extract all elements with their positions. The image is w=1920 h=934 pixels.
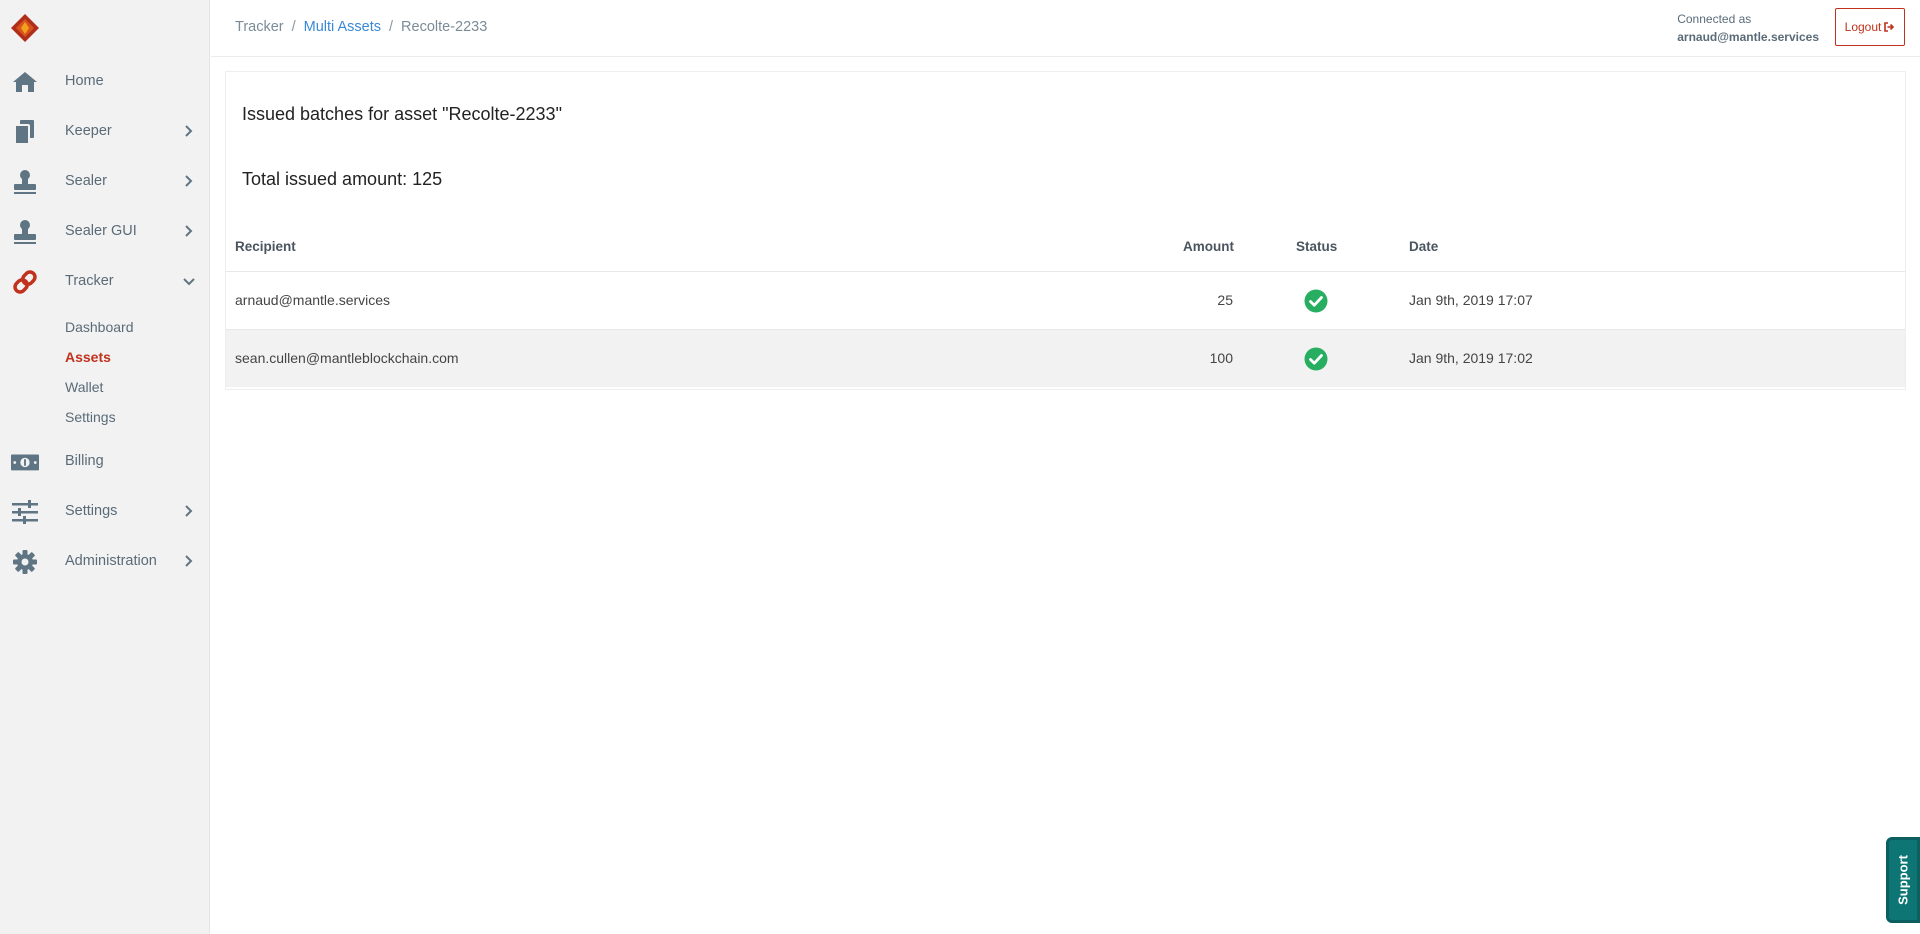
breadcrumb-multi-assets[interactable]: Multi Assets (304, 19, 381, 35)
sidebar-item-label: Settings (65, 503, 118, 519)
sidebar-subitem-dashboard[interactable]: Dashboard (65, 319, 134, 335)
connected-user: arnaud@mantle.services (1677, 30, 1819, 44)
sidebar-item-keeper[interactable]: Keeper (0, 112, 210, 152)
check-circle-icon (1304, 289, 1328, 313)
issued-batches-card: Issued batches for asset "Recolte-2233" … (225, 71, 1906, 390)
sign-out-icon (1884, 22, 1895, 32)
page-title: Issued batches for asset "Recolte-2233" (242, 104, 562, 124)
sidebar-item-label: Home (65, 73, 104, 89)
app-logo[interactable] (10, 13, 40, 43)
sidebar-subitem-wallet[interactable]: Wallet (65, 379, 103, 395)
logout-label: Logout (1844, 20, 1882, 34)
breadcrumb-tracker: Tracker (235, 19, 284, 35)
stamp-icon (14, 170, 36, 194)
gear-icon (13, 550, 37, 574)
sidebar-subitem-assets[interactable]: Assets (65, 349, 111, 365)
sliders-icon (12, 500, 38, 524)
sidebar-item-sealer-gui[interactable]: Sealer GUI (0, 212, 210, 252)
chevron-right-icon (185, 125, 193, 137)
link-icon (13, 270, 37, 294)
table-row[interactable]: arnaud@mantle.services 25 Jan 9th, 2019 … (226, 271, 1905, 329)
support-tab[interactable]: Support (1886, 837, 1920, 923)
money-icon (11, 454, 39, 471)
connected-label: Connected as (1677, 12, 1752, 26)
recipient-cell: arnaud@mantle.services (235, 292, 391, 308)
home-icon (13, 72, 37, 92)
sidebar-item-label: Keeper (65, 123, 112, 139)
column-header-date[interactable]: Date (1409, 239, 1438, 254)
chevron-down-icon (183, 278, 195, 286)
chevron-right-icon (185, 505, 193, 517)
total-issued-amount: Total issued amount: 125 (242, 169, 443, 189)
sidebar-item-label: Billing (65, 453, 104, 469)
date-cell: Jan 9th, 2019 17:07 (1409, 292, 1533, 308)
connected-info: Connected as arnaud@mantle.services (1677, 10, 1819, 46)
amount-cell: 25 (1217, 292, 1233, 308)
logout-button[interactable]: Logout (1835, 8, 1905, 46)
column-header-amount[interactable]: Amount (1172, 239, 1234, 254)
breadcrumb-separator: / (389, 19, 394, 35)
chevron-right-icon (185, 225, 193, 237)
breadcrumb-separator: / (291, 19, 296, 35)
date-cell: Jan 9th, 2019 17:02 (1409, 350, 1533, 366)
sidebar: Home Keeper Sealer Sealer GUI Tracker Da… (0, 0, 210, 934)
sidebar-item-label: Administration (65, 553, 157, 569)
column-header-status[interactable]: Status (1296, 239, 1337, 254)
sidebar-item-administration[interactable]: Administration (0, 542, 210, 582)
check-circle-icon (1304, 347, 1328, 371)
sidebar-item-sealer[interactable]: Sealer (0, 162, 210, 202)
sidebar-subitem-settings[interactable]: Settings (65, 409, 116, 425)
support-label: Support (1895, 855, 1911, 905)
sidebar-item-label: Sealer (65, 173, 107, 189)
amount-cell: 100 (1209, 350, 1233, 366)
sidebar-item-home[interactable]: Home (0, 62, 210, 102)
sidebar-item-tracker[interactable]: Tracker (0, 262, 210, 302)
stamp-icon (14, 220, 36, 244)
chevron-right-icon (185, 555, 193, 567)
chevron-right-icon (185, 175, 193, 187)
top-bar: Tracker / Multi Assets / Recolte-2233 Connec… (211, 0, 1920, 57)
table-row[interactable]: sean.cullen@mantleblockchain.com 100 Jan… (226, 329, 1905, 387)
sidebar-item-settings[interactable]: Settings (0, 492, 210, 532)
sidebar-item-label: Sealer GUI (65, 223, 137, 239)
breadcrumb: Tracker / Multi Assets / Recolte-2233 (235, 19, 487, 35)
breadcrumb-current: Recolte-2233 (401, 19, 488, 35)
recipient-cell: sean.cullen@mantleblockchain.com (235, 350, 459, 366)
sidebar-item-label: Tracker (65, 273, 114, 289)
documents-icon (14, 120, 34, 145)
sidebar-item-billing[interactable]: Billing (0, 442, 210, 482)
column-header-recipient[interactable]: Recipient (235, 239, 296, 254)
